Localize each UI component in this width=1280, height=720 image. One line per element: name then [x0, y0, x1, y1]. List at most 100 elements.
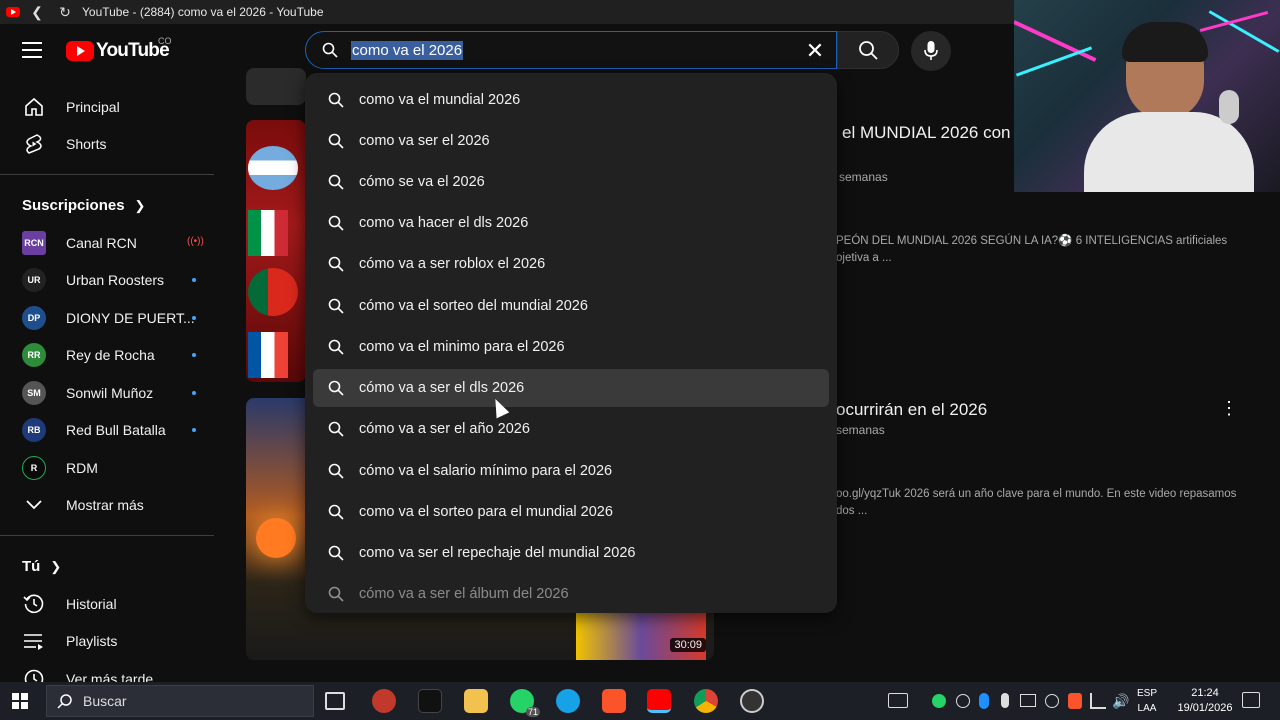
webcam-overlay: [1014, 0, 1280, 192]
home-icon: [22, 95, 46, 119]
you-heading[interactable]: Tú ❯: [22, 558, 61, 575]
whatsapp-icon[interactable]: 71: [510, 689, 540, 717]
more-options-icon[interactable]: ⋮: [1220, 398, 1238, 419]
menu-icon[interactable]: [22, 42, 42, 58]
shorts-icon: [22, 132, 46, 156]
suggestion-text: como va ser el repechaje del mundial 202…: [359, 545, 636, 561]
suggestion-item[interactable]: como va hacer el dls 2026: [313, 204, 829, 242]
whatsapp-tray-icon[interactable]: [932, 694, 946, 708]
windows-start-icon[interactable]: [12, 693, 28, 709]
suggestion-text: como va el sorteo para el mundial 2026: [359, 504, 613, 520]
sidebar-item-label: Red Bull Batalla: [66, 422, 166, 438]
sidebar-item-label: Playlists: [66, 633, 118, 649]
bluetooth-icon[interactable]: [979, 693, 989, 709]
sidebar-item-rey-de-rocha[interactable]: RR Rey de Rocha: [12, 336, 212, 374]
game-app-icon[interactable]: [372, 689, 396, 713]
suggestion-text: cómo va a ser roblox el 2026: [359, 256, 546, 272]
search-button[interactable]: [837, 31, 899, 69]
reload-icon[interactable]: ↻: [54, 1, 76, 23]
suggestion-text: como va hacer el dls 2026: [359, 215, 529, 231]
keyboard-language[interactable]: ESP LAA: [1132, 686, 1162, 716]
back-arrow-icon[interactable]: ❮: [26, 1, 48, 23]
youtube-play-icon: [66, 41, 94, 61]
search-icon: [328, 463, 344, 479]
sidebar-item-diony[interactable]: DP DIONY DE PUERT...: [12, 299, 212, 337]
search-query-text[interactable]: como va el 2026: [351, 40, 464, 60]
show-more-button[interactable]: Mostrar más: [12, 486, 212, 524]
sidebar-item-historial[interactable]: Historial: [12, 585, 212, 623]
suggestion-item-hovered[interactable]: cómo va a ser el dls 2026: [313, 369, 829, 407]
sidebar-item-urban-roosters[interactable]: UR Urban Roosters: [12, 261, 212, 299]
canva-icon[interactable]: [556, 689, 580, 713]
sidebar-item-playlists[interactable]: Playlists: [12, 622, 212, 660]
sidebar-item-label: Historial: [66, 596, 117, 612]
video-thumbnail[interactable]: [246, 68, 306, 105]
person-shirt: [1084, 112, 1254, 192]
file-explorer-icon[interactable]: [464, 689, 488, 713]
microphone-tray-icon[interactable]: [1001, 693, 1009, 708]
vpn-tray-icon[interactable]: [956, 694, 970, 708]
clear-search-icon[interactable]: ✕: [802, 38, 828, 64]
suggestion-item[interactable]: como va ser el 2026: [313, 122, 829, 160]
sidebar-item-shorts[interactable]: Shorts: [12, 125, 212, 163]
suggestion-text: cómo va a ser el dls 2026: [359, 380, 525, 396]
sidebar-item-label: DIONY DE PUERT...: [66, 310, 195, 326]
window-title: YouTube - (2884) como va el 2026 - YouTu…: [82, 5, 324, 19]
notification-badge: 71: [525, 707, 540, 717]
suggestion-item[interactable]: cómo va a ser roblox el 2026: [313, 245, 829, 283]
video-title[interactable]: el MUNDIAL 2026 con I: [842, 123, 1020, 143]
search-icon: [328, 380, 344, 396]
suggestion-item[interactable]: cómo va a ser el año 2026: [313, 410, 829, 448]
taskbar-search-field[interactable]: Buscar: [46, 685, 314, 717]
keyboard-icon[interactable]: [888, 693, 908, 708]
video-thumbnail[interactable]: [246, 120, 306, 382]
clock-time: 21:24: [1191, 687, 1219, 699]
sidebar-item-principal[interactable]: Principal: [12, 88, 212, 126]
brave-tray-icon[interactable]: [1068, 693, 1082, 709]
windows-taskbar: Buscar 71 🔊 ESP LAA 21:24 19/01/2026: [0, 682, 1280, 720]
sidebar-item-label: RDM: [66, 460, 98, 476]
youtube-app-icon[interactable]: [647, 689, 671, 713]
chrome-icon[interactable]: [694, 689, 718, 713]
display-tray-icon[interactable]: [1020, 694, 1036, 707]
suggestion-item[interactable]: cómo se va el 2026: [313, 163, 829, 201]
suggestion-item[interactable]: cómo va el salario mínimo para el 2026: [313, 452, 829, 490]
suggestion-text: como va el mundial 2026: [359, 92, 521, 108]
sidebar-item-canal-rcn[interactable]: RCN Canal RCN ((•)): [12, 224, 212, 262]
subscriptions-heading[interactable]: Suscripciones ❯: [22, 197, 145, 214]
suggestion-item[interactable]: cómo va el sorteo del mundial 2026: [313, 287, 829, 325]
volume-icon[interactable]: 🔊: [1112, 693, 1129, 710]
brave-browser-icon[interactable]: [602, 689, 626, 713]
sidebar-item-label: Principal: [66, 99, 120, 115]
chevron-down-icon: [22, 493, 46, 517]
voice-search-button[interactable]: [911, 31, 951, 71]
new-content-dot: [192, 353, 196, 357]
video-duration: 30:09: [670, 638, 706, 652]
sidebar-item-rdm[interactable]: R RDM: [12, 449, 212, 487]
youtube-logo[interactable]: YouTube CO: [66, 36, 172, 62]
video-title[interactable]: ocurrirán en el 2026: [836, 400, 987, 420]
video-description: PEÓN DEL MUNDIAL 2026 SEGÚN LA IA?⚽ 6 IN…: [836, 235, 1228, 247]
search-input[interactable]: como va el 2026 ✕: [305, 31, 837, 69]
notifications-icon[interactable]: [1242, 692, 1260, 708]
sidebar: Principal Shorts Suscripciones ❯ RCN Cana…: [0, 78, 232, 689]
search-icon: [328, 339, 344, 355]
new-content-dot: [192, 278, 196, 282]
tiktok-icon[interactable]: [418, 689, 442, 713]
system-clock[interactable]: 21:24 19/01/2026: [1170, 686, 1240, 716]
update-tray-icon[interactable]: [1045, 694, 1059, 708]
suggestion-text: cómo va el sorteo del mundial 2026: [359, 298, 588, 314]
divider: [0, 174, 214, 175]
suggestion-item[interactable]: cómo va a ser el álbum del 2026: [313, 575, 829, 613]
network-icon[interactable]: [1090, 693, 1106, 709]
suggestion-item[interactable]: como va el minimo para el 2026: [313, 328, 829, 366]
suggestion-item[interactable]: como va el mundial 2026: [313, 81, 829, 119]
suggestion-item[interactable]: como va ser el repechaje del mundial 202…: [313, 534, 829, 572]
sidebar-item-red-bull-batalla[interactable]: RB Red Bull Batalla: [12, 411, 212, 449]
suggestion-item[interactable]: como va el sorteo para el mundial 2026: [313, 493, 829, 531]
obs-icon[interactable]: [740, 689, 764, 713]
youtube-tab-icon: [6, 7, 20, 17]
suggestion-text: cómo va a ser el álbum del 2026: [359, 586, 569, 602]
sidebar-item-sonwil[interactable]: SM Sonwil Muñoz: [12, 374, 212, 412]
task-view-icon[interactable]: [325, 692, 345, 710]
